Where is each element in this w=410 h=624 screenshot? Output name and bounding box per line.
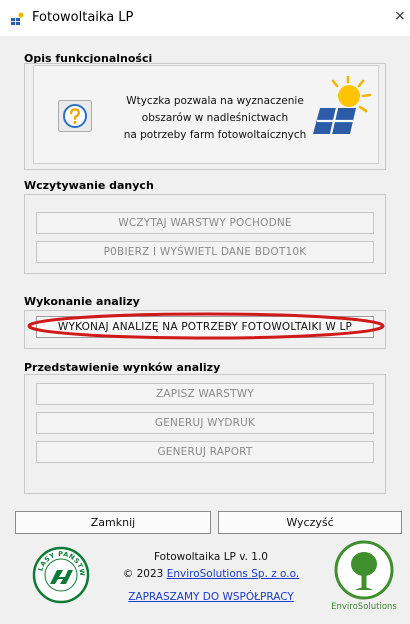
- version-text: Fotowoltaika LP v. 1.0: [154, 551, 268, 563]
- envirosolutions-logo: [334, 540, 394, 600]
- red-highlight-ellipse: [27, 312, 385, 340]
- window-title: Fotowoltaika LP: [32, 10, 134, 25]
- load-derived-layers-button[interactable]: WCZYTAJ WARSTWY POCHODNE: [36, 212, 374, 234]
- lasy-panstwowe-logo: LASY PAŃSTWOWE: [32, 546, 90, 604]
- copyright-prefix: © 2023: [122, 568, 167, 580]
- close-window-button[interactable]: ×: [394, 8, 406, 24]
- plugin-description: Wtyczka pozwala na wyznaczenie obszarów …: [112, 93, 318, 144]
- download-bdot10k-button[interactable]: P0BIERZ I WYŚWIETL DANE BDOT10K: [36, 241, 374, 263]
- company-link[interactable]: EnviroSolutions Sp. z o.o.: [167, 568, 300, 580]
- copyright-line: © 2023 EnviroSolutions Sp. z o.o.: [116, 568, 306, 580]
- title-bar: Fotowoltaika LP ×: [0, 0, 410, 36]
- section-title-analysis: Wykonanie analizy: [24, 295, 140, 308]
- section-title-loading: Wczytywanie danych: [24, 179, 154, 192]
- save-layers-button[interactable]: ZAPISZ WARSTWY: [36, 383, 374, 405]
- envirosolutions-logo-text: EnviroSolutions: [331, 602, 397, 612]
- description-line-1: Wtyczka pozwala na wyznaczenie: [126, 95, 304, 107]
- cooperation-line: ZAPRASZAMY DO WSPÓŁPRACY: [116, 591, 306, 603]
- solar-panel-icon: [313, 76, 372, 135]
- description-line-2: obszarów w nadleśnictwach: [141, 112, 289, 124]
- help-icon[interactable]: [58, 100, 92, 132]
- clear-button[interactable]: Wyczyść: [218, 511, 402, 534]
- generate-printout-button[interactable]: GENERUJ WYDRUK: [36, 412, 374, 434]
- section-title-results: Przedstawienie wynków analizy: [24, 361, 221, 374]
- close-button[interactable]: Zamknij: [15, 511, 211, 534]
- generate-report-button[interactable]: GENERUJ RAPORT: [36, 441, 374, 463]
- description-line-3: na potrzeby farm fotowoltaicznych: [123, 129, 307, 141]
- app-logo-icon: [11, 12, 24, 25]
- cooperation-link[interactable]: ZAPRASZAMY DO WSPÓŁPRACY: [128, 591, 294, 603]
